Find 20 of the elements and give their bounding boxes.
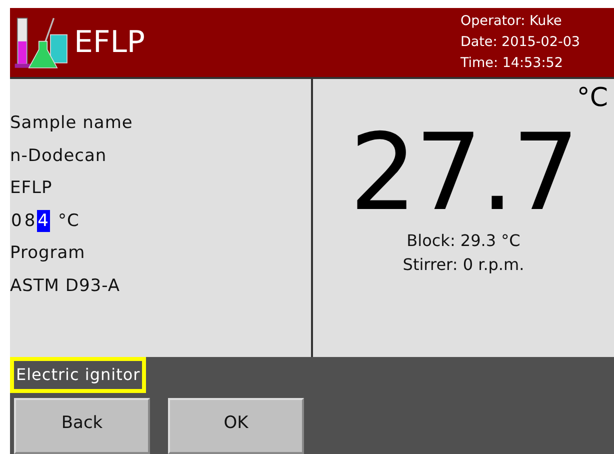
digit-field[interactable]: 8 xyxy=(23,210,37,232)
program-label: Program xyxy=(10,242,86,266)
block-temperature: Block: 29.3 °C xyxy=(406,230,520,252)
ok-button[interactable]: OK xyxy=(168,398,304,454)
temperature-unit: °C xyxy=(576,83,608,114)
eflp-unit: °C xyxy=(58,210,80,233)
digit-field[interactable]: 0 xyxy=(10,210,24,232)
stirrer-speed: Stirrer: 0 r.p.m. xyxy=(402,254,524,276)
date-label: Date: 2015-02-03 xyxy=(460,33,580,52)
operator-label: Operator: Kuke xyxy=(460,12,563,32)
status-message: Electric ignitor xyxy=(10,357,146,393)
digit-field[interactable]: 4 xyxy=(36,210,50,232)
eflp-label: EFLP xyxy=(10,177,54,200)
back-button[interactable]: Back xyxy=(14,398,150,454)
app-title: EFLP xyxy=(74,25,146,60)
program-value: ASTM D93-A xyxy=(10,274,121,298)
sample-name-label: Sample name xyxy=(10,112,134,136)
time-label: Time: 14:53:52 xyxy=(460,54,564,74)
sample-name-value: n-Dodecan xyxy=(10,144,108,168)
temperature-reading: 27.7 xyxy=(349,117,578,230)
